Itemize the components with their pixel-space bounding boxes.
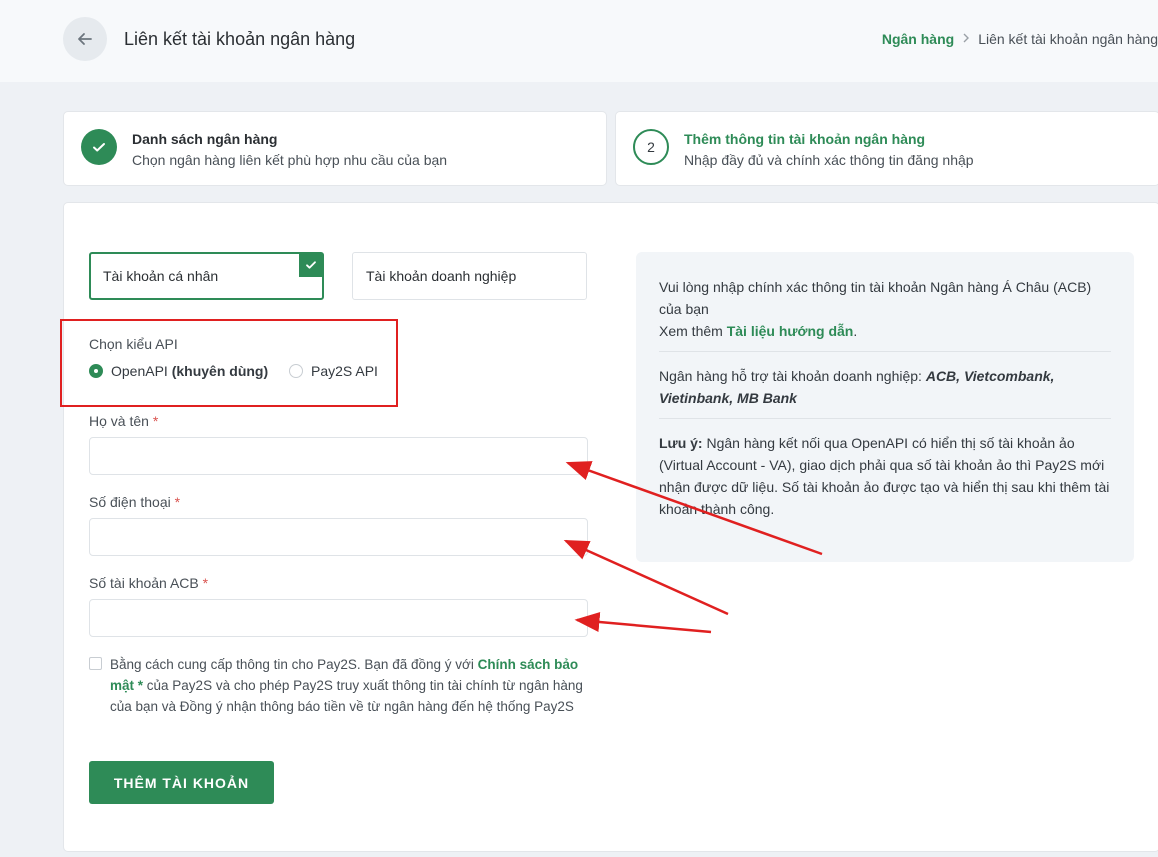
divider (659, 418, 1111, 419)
step-title: Danh sách ngân hàng (132, 131, 278, 147)
breadcrumb-current: Liên kết tài khoản ngân hàng (978, 31, 1158, 47)
radio-pay2s-api[interactable]: Pay2S API (289, 363, 378, 379)
account-form-card: Tài khoản cá nhân Tài khoản doanh nghiệp… (60, 202, 1158, 852)
step-title: Thêm thông tin tài khoản ngân hàng (684, 131, 926, 147)
guide-link[interactable]: Tài liệu hướng dẫn (727, 323, 854, 339)
info-banks: Ngân hàng hỗ trợ tài khoản doanh nghiệp:… (659, 368, 1055, 406)
radio-button[interactable] (289, 364, 303, 378)
full-name-input[interactable] (89, 437, 588, 475)
consent-text: Bằng cách cung cấp thông tin cho Pay2S. … (110, 657, 583, 714)
consent-row: Bằng cách cung cấp thông tin cho Pay2S. … (89, 654, 589, 717)
radio-button-checked[interactable] (89, 364, 103, 378)
chevron-right-icon (962, 31, 970, 47)
check-circle-icon (81, 129, 117, 165)
add-account-button[interactable]: THÊM TÀI KHOẢN (89, 761, 274, 804)
page-header: Liên kết tài khoản ngân hàng Ngân hàng L… (0, 0, 1158, 82)
step-number: 2 (633, 129, 669, 165)
step-card-bank-list[interactable]: Danh sách ngân hàng Chọn ngân hàng liên … (63, 111, 607, 186)
breadcrumb-link-bank[interactable]: Ngân hàng (882, 31, 954, 47)
phone-label: Số điện thoại * (89, 494, 181, 510)
account-number-label: Số tài khoản ACB * (89, 575, 209, 591)
step-subtitle: Nhập đầy đủ và chính xác thông tin đăng … (684, 152, 974, 168)
radio-label-pay2s: Pay2S API (311, 363, 378, 379)
arrow-left-icon (78, 33, 92, 45)
step-card-account-info: 2 Thêm thông tin tài khoản ngân hàng Nhậ… (615, 111, 1158, 186)
info-panel: Vui lòng nhập chính xác thông tin tài kh… (636, 252, 1134, 562)
account-type-label: Tài khoản cá nhân (103, 268, 219, 284)
account-type-business[interactable]: Tài khoản doanh nghiệp (352, 252, 587, 300)
info-guide: Xem thêm Tài liệu hướng dẫn. (659, 323, 858, 339)
back-button[interactable] (63, 17, 107, 61)
account-number-input[interactable] (89, 599, 588, 637)
name-label: Họ và tên * (89, 413, 159, 429)
account-type-label: Tài khoản doanh nghiệp (366, 268, 517, 284)
info-text: Vui lòng nhập chính xác thông tin tài kh… (659, 279, 1092, 317)
radio-label-openapi: OpenAPI (khuyên dùng) (111, 363, 269, 379)
page-title: Liên kết tài khoản ngân hàng (124, 29, 356, 49)
divider (659, 351, 1111, 352)
radio-openapi[interactable]: OpenAPI (khuyên dùng) (89, 363, 268, 379)
consent-checkbox[interactable] (89, 657, 102, 670)
api-type-label: Chọn kiểu API (89, 336, 178, 352)
account-type-personal[interactable]: Tài khoản cá nhân (89, 252, 324, 300)
step-subtitle: Chọn ngân hàng liên kết phù hợp nhu cầu … (132, 152, 448, 168)
check-icon (299, 253, 323, 277)
info-note: Lưu ý: Ngân hàng kết nối qua OpenAPI có … (659, 435, 1110, 517)
phone-input[interactable] (89, 518, 588, 556)
breadcrumb: Ngân hàng Liên kết tài khoản ngân hàng (882, 31, 1158, 47)
